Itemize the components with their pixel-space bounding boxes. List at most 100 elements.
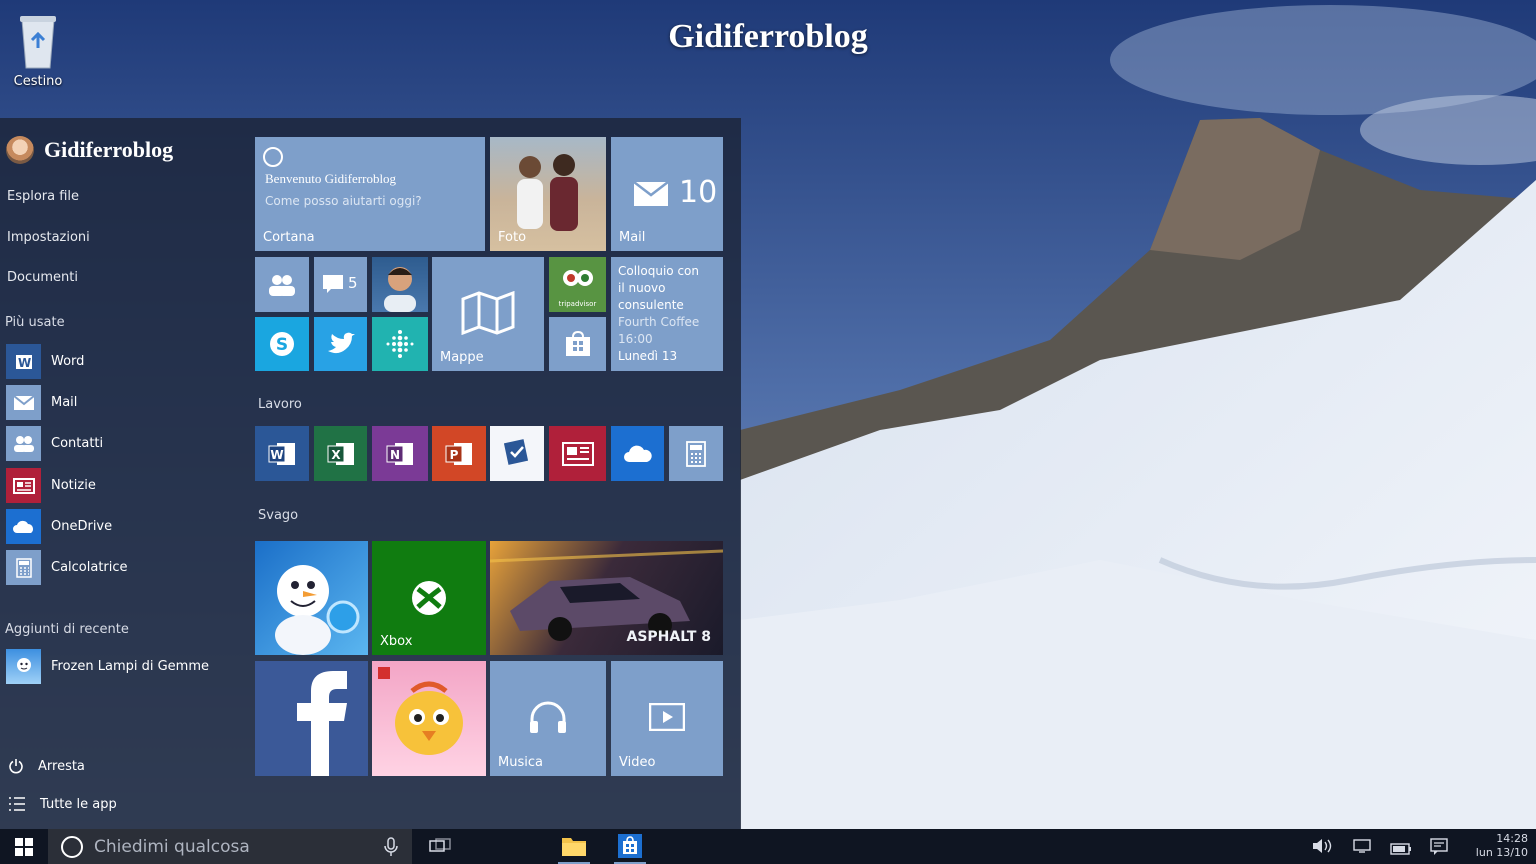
nav-file-explorer[interactable]: Esplora file [7,189,79,204]
tile-asphalt[interactable]: ASPHALT 8 [490,541,723,655]
app-calculator[interactable]: Calcolatrice [6,550,128,585]
app-contacts[interactable]: Contatti [6,426,103,461]
messaging-count: 5 [348,274,358,292]
network-icon [1353,839,1371,853]
twitter-icon [327,332,355,354]
tile-label: Xbox [380,634,413,649]
tile-onenote[interactable]: N [372,426,428,481]
taskbar-file-explorer[interactable] [558,829,590,864]
start-menu: Gidiferroblog Esplora file Impostazioni … [0,118,741,829]
search-box[interactable] [48,829,412,864]
calendar-line: 16:00 [618,332,653,346]
taskbar: 14:28 lun 13/10 [0,829,1536,864]
tile-calendar[interactable]: Colloquio con il nuovo consulente Fourth… [611,257,723,371]
tile-onedrive[interactable] [611,426,664,481]
tile-photos[interactable]: Foto [490,137,606,251]
tile-contact-photo[interactable] [372,257,428,312]
tile-label: Video [619,755,656,770]
message-icon [323,275,343,293]
most-used-label: Più usate [5,315,65,330]
tile-game-chick[interactable] [372,661,486,776]
clock-date: lun 13/10 [1475,846,1528,859]
svg-text:P: P [450,448,459,462]
excel-icon: X [327,442,354,465]
headphones-icon [530,701,566,733]
app-frozen[interactable]: Frozen Lampi di Gemme [6,649,209,684]
app-mail[interactable]: Mail [6,385,77,420]
start-button[interactable] [0,829,48,864]
search-input[interactable] [92,835,384,858]
tile-tripadvisor[interactable]: tripadvisor [549,257,606,312]
recycle-bin[interactable]: Cestino [8,12,68,89]
app-onedrive[interactable]: OneDrive [6,509,112,544]
tile-reader[interactable] [490,426,544,481]
map-icon [461,291,515,335]
windows-logo-icon [15,837,33,856]
microphone-icon[interactable] [384,836,398,857]
task-view-button[interactable] [428,837,452,859]
tile-video[interactable]: Video [611,661,723,776]
nav-documents[interactable]: Documenti [7,270,78,285]
svg-text:W: W [270,448,283,462]
person-photo [384,267,416,312]
tile-frozen[interactable] [255,541,368,655]
asphalt-label: ASPHALT 8 [626,629,712,645]
folder-icon [562,837,586,856]
app-word[interactable]: W Word [6,344,84,379]
cortana-subtitle: Come posso aiutarti oggi? [265,194,422,208]
tile-mail[interactable]: 10 Mail [611,137,723,251]
volume-button[interactable] [1312,838,1332,858]
user-account[interactable]: Gidiferroblog [6,136,173,164]
tile-xbox[interactable]: Xbox [372,541,486,655]
calendar-line: il nuovo [618,281,666,295]
store-icon [618,833,642,858]
people-icon [269,274,295,296]
tile-news[interactable] [549,426,606,481]
olaf-image [275,565,360,655]
network-button[interactable] [1352,838,1372,858]
nav-settings[interactable]: Impostazioni [7,230,90,245]
mail-icon [6,385,41,420]
taskbar-store[interactable] [614,829,646,864]
tile-calculator[interactable] [669,426,723,481]
tile-word[interactable]: W [255,426,309,481]
tile-skype[interactable]: S [255,317,309,371]
tripadvisor-label: tripadvisor [558,300,597,308]
battery-button[interactable] [1390,840,1412,859]
tile-label: Mappe [440,350,484,365]
tile-cortana[interactable]: Benvenuto Gidiferroblog Come posso aiuta… [255,137,485,251]
calculator-icon [686,440,706,467]
action-center-button[interactable] [1430,838,1448,860]
all-apps-button[interactable]: Tutte le app [8,796,117,812]
clock[interactable]: 14:28 lun 13/10 [1476,832,1528,860]
speaker-icon [1313,839,1332,853]
recycle-bin-icon [20,16,56,69]
reader-icon [503,438,529,465]
task-view-icon [429,838,451,852]
tile-excel[interactable]: X [314,426,367,481]
cortana-search-icon [61,835,83,858]
svg-text:N: N [390,448,400,462]
tile-maps[interactable]: Mappe [432,257,544,371]
calendar-line: Lunedì 13 [618,349,678,363]
app-news[interactable]: Notizie [6,468,96,503]
tile-people[interactable] [255,257,309,312]
tile-store[interactable] [549,317,606,371]
tile-music[interactable]: Musica [490,661,606,776]
news-icon [6,468,41,503]
mail-icon [633,181,669,206]
tile-powerpoint[interactable]: P [432,426,486,481]
app-label: Notizie [51,478,96,493]
avatar [6,136,34,164]
recycle-bin-label: Cestino [13,74,63,89]
tile-messaging[interactable]: 5 [314,257,367,312]
power-button[interactable]: Arresta [8,758,85,774]
tile-twitter[interactable] [314,317,367,371]
news-icon [561,441,594,466]
tile-facebook[interactable] [255,661,368,776]
start-left-column: Gidiferroblog Esplora file Impostazioni … [0,118,245,829]
tile-label: Foto [498,230,527,245]
tile-fitbit[interactable] [372,317,428,371]
app-label: Frozen Lampi di Gemme [51,659,209,674]
app-label: Calcolatrice [51,560,128,575]
